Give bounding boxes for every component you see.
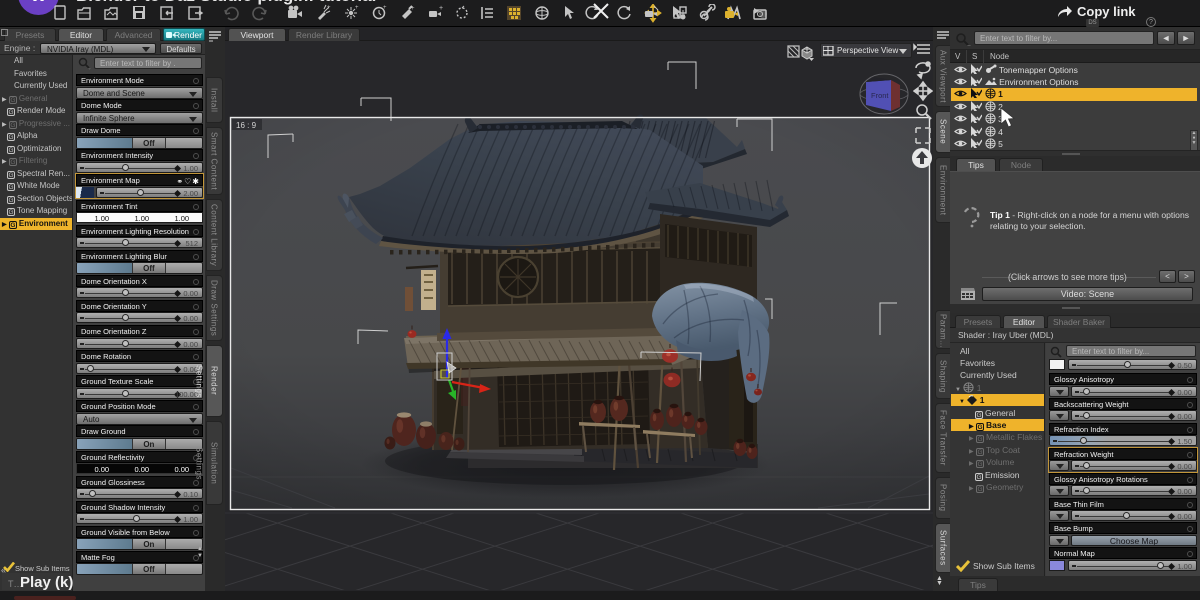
svg-text:+: + [355,5,359,11]
svg-text:+: + [327,5,331,11]
svg-text:+: + [411,6,415,12]
svg-text:+: + [439,5,443,12]
svg-text:Front: Front [871,91,889,100]
svg-text:+: + [383,5,387,11]
svg-text:16 : 9: 16 : 9 [236,121,257,130]
